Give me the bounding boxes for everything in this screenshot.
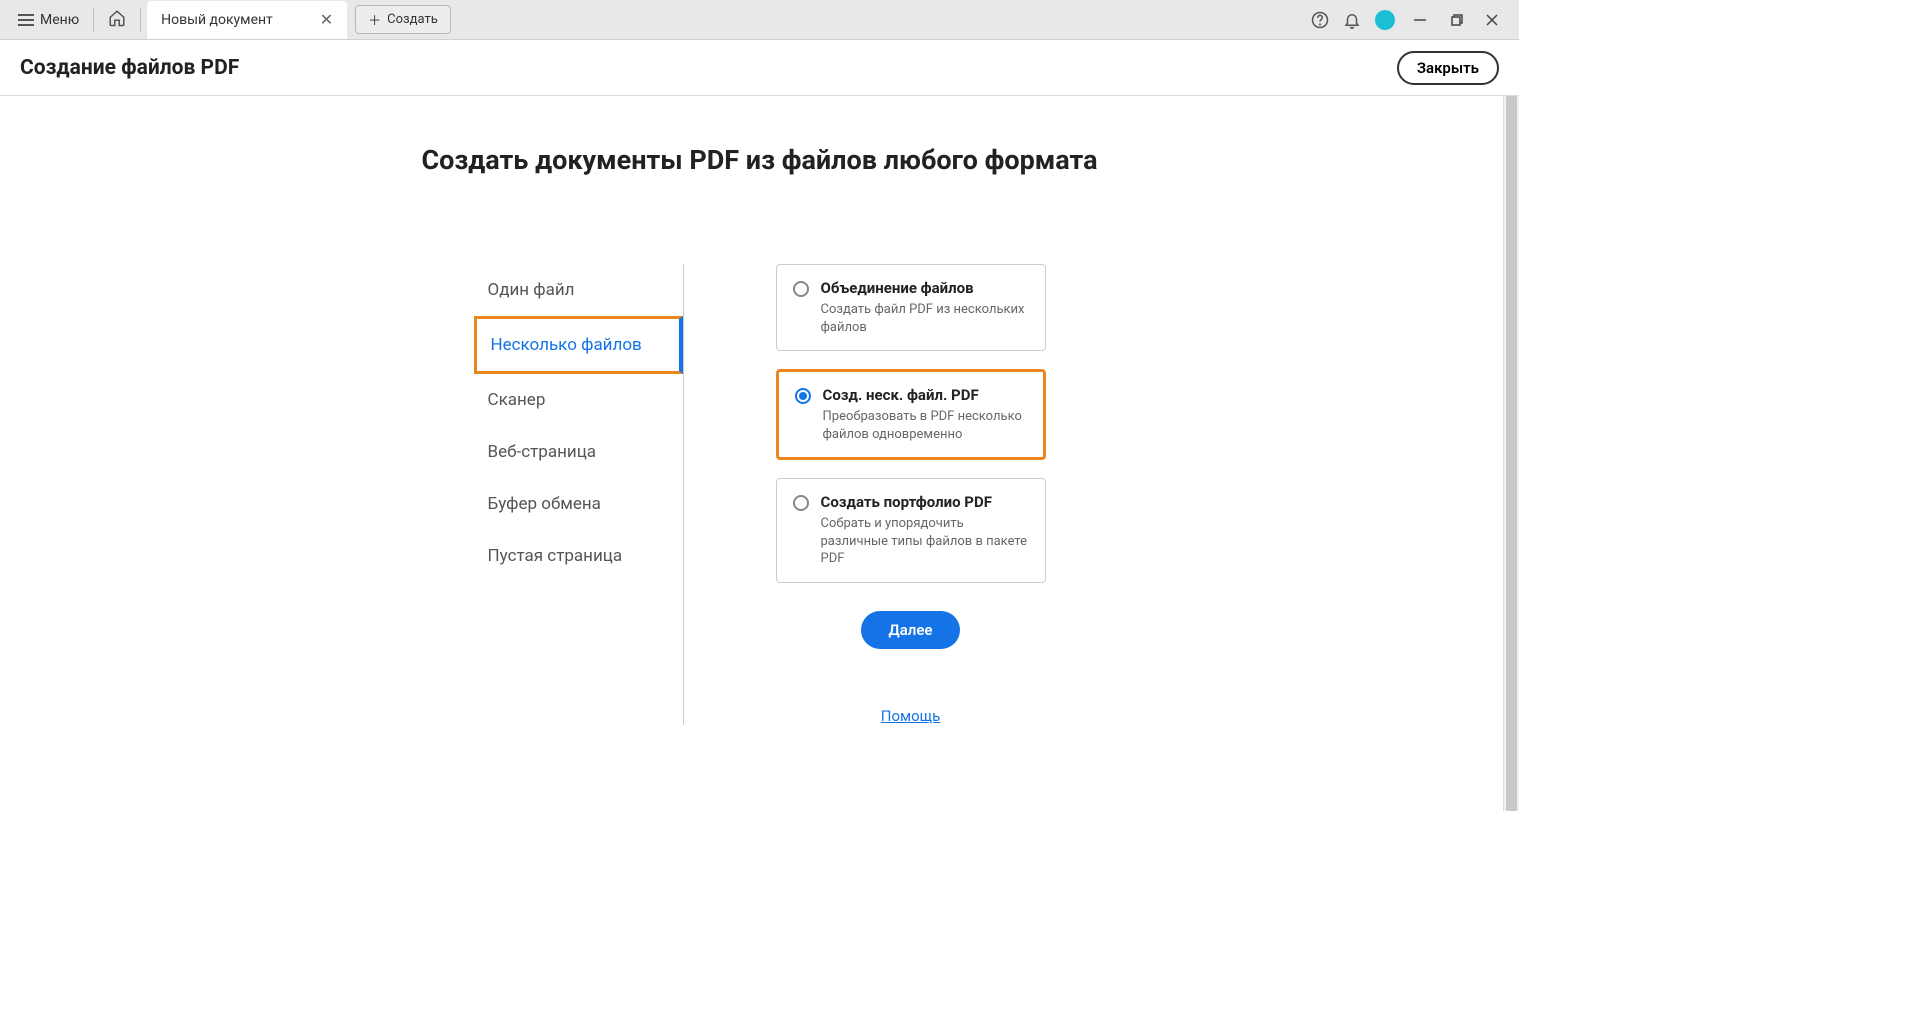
sidebar-item-blank-page[interactable]: Пустая страница bbox=[474, 530, 683, 582]
plus-icon: ＋ bbox=[368, 10, 381, 29]
separator bbox=[140, 8, 141, 32]
main-content: Создать документы PDF из файлов любого ф… bbox=[0, 96, 1519, 725]
sidebar-item-webpage[interactable]: Веб-страница bbox=[474, 426, 683, 478]
sidebar-item-clipboard[interactable]: Буфер обмена bbox=[474, 478, 683, 530]
scrollbar[interactable] bbox=[1503, 96, 1519, 811]
window-minimize-icon[interactable] bbox=[1409, 9, 1431, 31]
create-label: Создать bbox=[387, 12, 438, 27]
option-title: Созд. неск. файл. PDF bbox=[823, 386, 1027, 404]
window-restore-icon[interactable] bbox=[1445, 9, 1467, 31]
option-desc: Создать файл PDF из нескольких файлов bbox=[821, 301, 1029, 336]
radio-icon bbox=[793, 281, 809, 297]
menu-button[interactable]: Меню bbox=[8, 6, 89, 34]
titlebar-right bbox=[1311, 9, 1511, 31]
radio-icon bbox=[795, 388, 811, 404]
option-desc: Преобразовать в PDF несколько файлов одн… bbox=[823, 408, 1027, 443]
option-desc: Собрать и упорядочить различные типы фай… bbox=[821, 515, 1029, 568]
document-tab[interactable]: Новый документ ✕ bbox=[147, 1, 347, 39]
subheader: Создание файлов PDF Закрыть bbox=[0, 40, 1519, 96]
titlebar: Меню Новый документ ✕ ＋ Создать bbox=[0, 0, 1519, 40]
sidebar-item-single-file[interactable]: Один файл bbox=[474, 264, 683, 316]
options-column: Объединение файлов Создать файл PDF из н… bbox=[776, 264, 1046, 725]
option-title: Создать портфолио PDF bbox=[821, 493, 1029, 511]
window-close-icon[interactable] bbox=[1481, 9, 1503, 31]
option-title: Объединение файлов bbox=[821, 279, 1029, 297]
option-combine-files[interactable]: Объединение файлов Создать файл PDF из н… bbox=[776, 264, 1046, 351]
sidebar-item-scanner[interactable]: Сканер bbox=[474, 374, 683, 426]
help-link[interactable]: Помощь bbox=[881, 707, 941, 725]
bell-icon[interactable] bbox=[1343, 11, 1361, 29]
menu-label: Меню bbox=[40, 12, 79, 28]
radio-icon bbox=[793, 495, 809, 511]
close-button[interactable]: Закрыть bbox=[1397, 51, 1499, 85]
option-create-multiple-pdf[interactable]: Созд. неск. файл. PDF Преобразовать в PD… bbox=[776, 369, 1046, 460]
home-icon bbox=[108, 12, 126, 31]
source-sidebar: Один файл Несколько файлов Сканер Веб-ст… bbox=[474, 264, 684, 725]
sidebar-item-multiple-files[interactable]: Несколько файлов bbox=[474, 316, 683, 374]
next-button[interactable]: Далее bbox=[861, 611, 961, 649]
create-button[interactable]: ＋ Создать bbox=[355, 5, 451, 34]
hamburger-icon bbox=[18, 14, 34, 26]
tab-title: Новый документ bbox=[161, 12, 273, 28]
scrollbar-thumb[interactable] bbox=[1506, 96, 1517, 811]
help-icon[interactable] bbox=[1311, 11, 1329, 29]
page-title: Создание файлов PDF bbox=[20, 56, 239, 80]
avatar[interactable] bbox=[1375, 10, 1395, 30]
separator bbox=[93, 8, 94, 32]
option-create-portfolio[interactable]: Создать портфолио PDF Собрать и упорядоч… bbox=[776, 478, 1046, 583]
main-heading: Создать документы PDF из файлов любого ф… bbox=[0, 144, 1519, 176]
tab-close-icon[interactable]: ✕ bbox=[320, 10, 333, 29]
home-button[interactable] bbox=[98, 3, 136, 37]
